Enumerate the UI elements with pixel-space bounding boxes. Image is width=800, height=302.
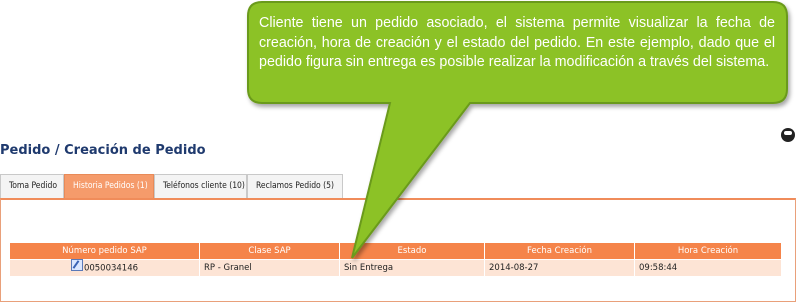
page-title: Pedido / Creación de Pedido — [0, 143, 206, 158]
tab-bar: Toma Pedido Historia Pedidos (1) Teléfon… — [0, 174, 343, 198]
cell-numero-pedido: 0050034146 — [9, 259, 200, 277]
header-fecha-creacion: Fecha Creación — [484, 242, 635, 260]
header-hora-creacion: Hora Creación — [634, 242, 782, 260]
header-numero-pedido: Número pedido SAP — [9, 242, 200, 260]
table-header-row: Número pedido SAP Clase SAP Estado Fecha… — [9, 242, 782, 260]
orders-table: Número pedido SAP Clase SAP Estado Fecha… — [9, 242, 782, 277]
callout-text: Cliente tiene un pedido asociado, el sis… — [259, 15, 775, 70]
edit-icon[interactable] — [70, 259, 83, 271]
cell-estado: Sin Entrega — [339, 259, 485, 277]
table-row: 0050034146 RP - Granel Sin Entrega 2014-… — [9, 259, 782, 277]
header-clase-sap: Clase SAP — [199, 242, 340, 260]
tab-historia-pedidos[interactable]: Historia Pedidos (1) — [64, 174, 154, 198]
cell-fecha: 2014-08-27 — [484, 259, 635, 277]
toggle-icon[interactable] — [781, 128, 795, 142]
cell-hora: 09:58:44 — [634, 259, 782, 277]
header-estado: Estado — [339, 242, 485, 260]
cell-clase: RP - Granel — [199, 259, 340, 277]
tab-reclamos-pedido[interactable]: Reclamos Pedido (5) — [247, 174, 343, 198]
tab-telefonos-cliente[interactable]: Teléfonos cliente (10) — [154, 174, 247, 198]
order-number[interactable]: 0050034146 — [84, 264, 138, 274]
tab-toma-pedido[interactable]: Toma Pedido — [0, 174, 64, 198]
